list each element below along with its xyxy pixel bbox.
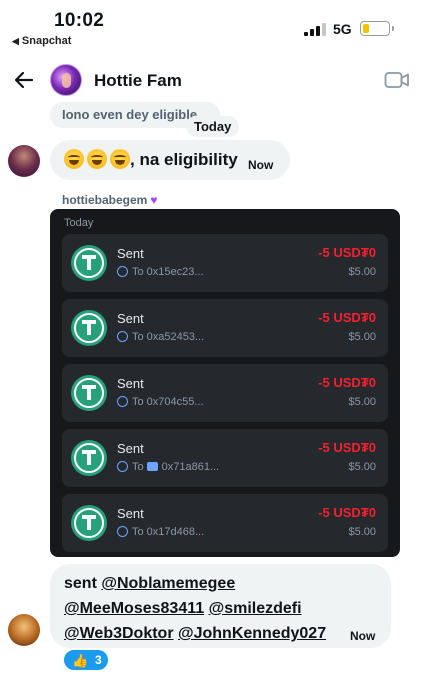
laughing-emoji-icon [87, 149, 107, 169]
clock: 10:02 [54, 10, 105, 31]
back-app-label: Snapchat [21, 35, 72, 47]
reaction-count: 3 [95, 653, 102, 667]
transaction-usd-value: $5.00 [348, 461, 376, 473]
transaction-row[interactable]: Sent To 0x17d468... -5 USD₮0 $5.00 [62, 494, 388, 552]
tether-icon [71, 440, 107, 476]
transaction-usd-value: $5.00 [348, 266, 376, 278]
sender-username: hottiebabegem [62, 193, 148, 207]
chain-icon [117, 396, 128, 407]
transaction-row[interactable]: Sent To 0x704c55... -5 USD₮0 $5.00 [62, 364, 388, 422]
card-date: Today [64, 217, 94, 229]
mention-link[interactable]: @JohnKennedy027 [178, 625, 326, 642]
transaction-recipient: To 0x15ec23... [117, 266, 204, 278]
back-triangle-icon: ◀ [12, 36, 19, 46]
battery-icon [360, 21, 394, 36]
transaction-row[interactable]: Sent To 0x71a861... -5 USD₮0 $5.00 [62, 429, 388, 487]
transaction-recipient: To 0x17d468... [117, 526, 204, 538]
mention-link[interactable]: @Web3Doktor [64, 625, 174, 642]
sender-name: hottiebabegem ♥ [62, 193, 157, 207]
mention-link[interactable]: @Noblamemegee [101, 575, 235, 592]
chain-icon [117, 266, 128, 277]
transaction-row[interactable]: Sent To 0x15ec23... -5 USD₮0 $5.00 [62, 234, 388, 292]
message-text: , na eligibility [130, 150, 238, 169]
transaction-row[interactable]: Sent To 0xa52453... -5 USD₮0 $5.00 [62, 299, 388, 357]
tether-icon [71, 245, 107, 281]
tether-icon [71, 505, 107, 541]
transaction-usd-value: $5.00 [348, 331, 376, 343]
message-timestamp: Now [350, 629, 376, 643]
previous-message-text: Iono even dey eligible [62, 107, 198, 122]
mention-link[interactable]: @smilezdefi [209, 600, 302, 617]
network-label: 5G [333, 21, 352, 37]
transaction-label: Sent [117, 311, 144, 326]
reaction-badge[interactable]: 👍 3 [62, 648, 110, 672]
transaction-recipient: To 0xa52453... [117, 331, 204, 343]
transaction-usd-value: $5.00 [348, 526, 376, 538]
battery-fill [363, 24, 369, 33]
video-call-icon[interactable] [384, 70, 410, 90]
chain-icon [117, 526, 128, 537]
transaction-label: Sent [117, 441, 144, 456]
status-bar: 10:02 ◀ Snapchat 5G [0, 0, 429, 50]
tether-icon [71, 375, 107, 411]
transaction-recipient: To 0x704c55... [117, 396, 204, 408]
back-arrow-icon[interactable] [12, 68, 36, 92]
transaction-amount: -5 USD₮0 [318, 245, 376, 260]
laughing-emoji-icon [110, 149, 130, 169]
transaction-amount: -5 USD₮0 [318, 310, 376, 325]
transaction-amount: -5 USD₮0 [318, 440, 376, 455]
message-bubble[interactable]: sent @Noblamemegee @MeeMoses83411 @smile… [50, 564, 391, 648]
opensea-icon [146, 462, 158, 471]
transaction-amount: -5 USD₮0 [318, 505, 376, 520]
message-timestamp: Now [248, 158, 274, 172]
group-avatar[interactable] [50, 64, 82, 96]
transaction-label: Sent [117, 506, 144, 521]
transaction-amount: -5 USD₮0 [318, 375, 376, 390]
message-bubble[interactable]: , na eligibility Now [50, 140, 290, 180]
tether-icon [71, 310, 107, 346]
purple-heart-icon: ♥ [150, 193, 158, 207]
message-prefix: sent [64, 575, 97, 592]
back-to-app-link[interactable]: ◀ Snapchat [12, 35, 71, 47]
transaction-label: Sent [117, 376, 144, 391]
transaction-recipient: To 0x71a861... [117, 461, 219, 473]
avatar[interactable] [8, 145, 40, 177]
group-title[interactable]: Hottie Fam [94, 71, 182, 91]
thumbs-up-icon: 👍 [72, 653, 89, 668]
chat-header: Hottie Fam [0, 60, 429, 102]
date-separator: Today [186, 116, 240, 137]
chain-icon [117, 331, 128, 342]
avatar[interactable] [8, 614, 40, 646]
laughing-emoji-icon [64, 149, 84, 169]
transaction-card[interactable]: Today Sent To 0x15ec23... -5 USD₮0 $5.00… [50, 209, 400, 557]
signal-icon [304, 23, 326, 36]
transaction-usd-value: $5.00 [348, 396, 376, 408]
transaction-label: Sent [117, 246, 144, 261]
chain-icon [117, 461, 128, 472]
mention-link[interactable]: @MeeMoses83411 [64, 600, 204, 617]
